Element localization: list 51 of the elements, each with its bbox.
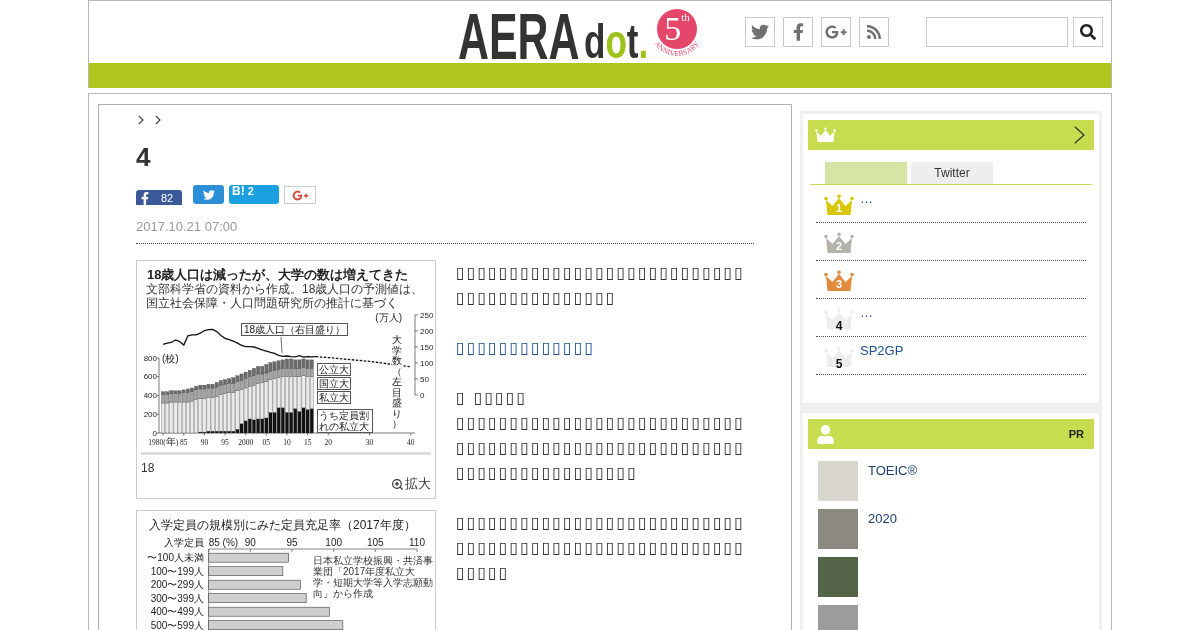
axis-tick-label: 110 xyxy=(409,537,425,548)
axis-tick-label: 200 xyxy=(143,409,157,419)
rank-number: 5 xyxy=(835,358,843,370)
axis-tick-label: 95 xyxy=(286,537,298,548)
category-label: 400〜499人 xyxy=(150,606,204,618)
rank-number: 4 xyxy=(835,320,843,332)
axis-tick-label: 600 xyxy=(143,372,157,382)
axis-tick-label: 0 xyxy=(420,391,425,400)
paragraph: ▯▯▯▯▯▯▯▯▯▯▯▯▯▯▯▯▯▯▯▯▯▯▯▯▯▯▯▯▯▯▯▯▯▯▯▯▯▯▯▯▯▯ xyxy=(456,262,747,309)
axis-title: 入学定員 xyxy=(164,537,204,548)
axis-tick-label: 100 xyxy=(325,537,342,548)
category-label: 300〜399人 xyxy=(150,592,204,604)
paragraph: ▯▯▯▯▯▯▯▯▯▯▯▯▯▯▯▯▯▯▯▯▯▯▯▯▯▯▯▯▯▯▯▯▯▯▯▯▯▯▯▯▯▯▯▯▯▯▯▯▯▯▯▯▯▯▯▯▯▯▯ xyxy=(456,512,747,584)
chart-title: 18歳人口は減ったが、大学の数は増えてきた xyxy=(147,267,409,282)
figure-caption: 18 xyxy=(141,461,156,475)
line-label: 18歳人口（右目盛り） xyxy=(241,323,349,336)
pr-label: PR xyxy=(1068,426,1084,442)
series-label: 私立大 xyxy=(316,391,351,404)
axis-tick-label: 0 xyxy=(152,428,157,438)
publish-date: 2017.10.21 07:00 xyxy=(136,219,239,235)
series-label: 公立大 xyxy=(316,363,351,376)
axis-tick-label: 250 xyxy=(420,311,433,320)
byline: ▯ ▯▯▯▯▯ xyxy=(456,387,529,409)
rank-number: 3 xyxy=(835,279,843,290)
axis-tick-label: 50 xyxy=(420,375,429,384)
series-label: うち定員割れの私立大 xyxy=(316,408,373,433)
logo-wordmark-suffix: dot. xyxy=(584,15,649,69)
axis-title: 大学数（左目盛り） xyxy=(392,335,403,430)
chart-note: 文部科学省の資料から作成。18歳人口の予測値は、国立社会保障・人口問題研究所の推計に基づく xyxy=(146,282,425,310)
logo-wordmark: AERA xyxy=(458,1,580,73)
axis-tick-label: 200 xyxy=(420,327,433,336)
chart-title: 入学定員の規模別にみた定員充足率（2017年度） xyxy=(149,518,416,532)
axis-tick-label: 100 xyxy=(420,359,433,368)
category-label: 100〜199人 xyxy=(150,565,204,577)
category-label: 500〜599人 xyxy=(150,619,204,630)
axis-unit-label: (万人) xyxy=(375,312,402,323)
axis-tick-label: 800 xyxy=(143,353,157,363)
axis-tick-label: 105 xyxy=(367,537,384,548)
article-title: 4 xyxy=(136,142,152,172)
axis-unit-label: (校) xyxy=(162,353,179,364)
axis-tick-label: 85 (%) xyxy=(208,537,239,548)
axis-tick-label: 400 xyxy=(143,391,157,400)
chart-note: 日本私立学校振興・共済事業団「2017年度私立大学・短期大学等入学志願動向」から作成 xyxy=(313,555,433,599)
category-label: 200〜299人 xyxy=(150,579,204,591)
rank-number: 2 xyxy=(835,241,843,252)
axis-tick-label: 150 xyxy=(420,343,433,352)
paragraph: ▯▯▯▯▯▯▯▯▯▯▯▯▯▯▯▯▯▯▯▯▯▯▯▯▯▯▯▯▯▯▯▯▯▯▯▯▯▯▯▯▯▯▯▯▯▯▯▯▯▯▯▯▯▯▯▯▯▯▯▯▯▯▯▯▯▯▯▯▯▯▯ xyxy=(456,412,747,484)
axis-tick-label: 90 xyxy=(244,537,256,548)
rank-number: 1 xyxy=(835,203,843,214)
category-label: 〜100人未満 xyxy=(147,552,204,564)
series-label: 国立大 xyxy=(316,377,351,390)
